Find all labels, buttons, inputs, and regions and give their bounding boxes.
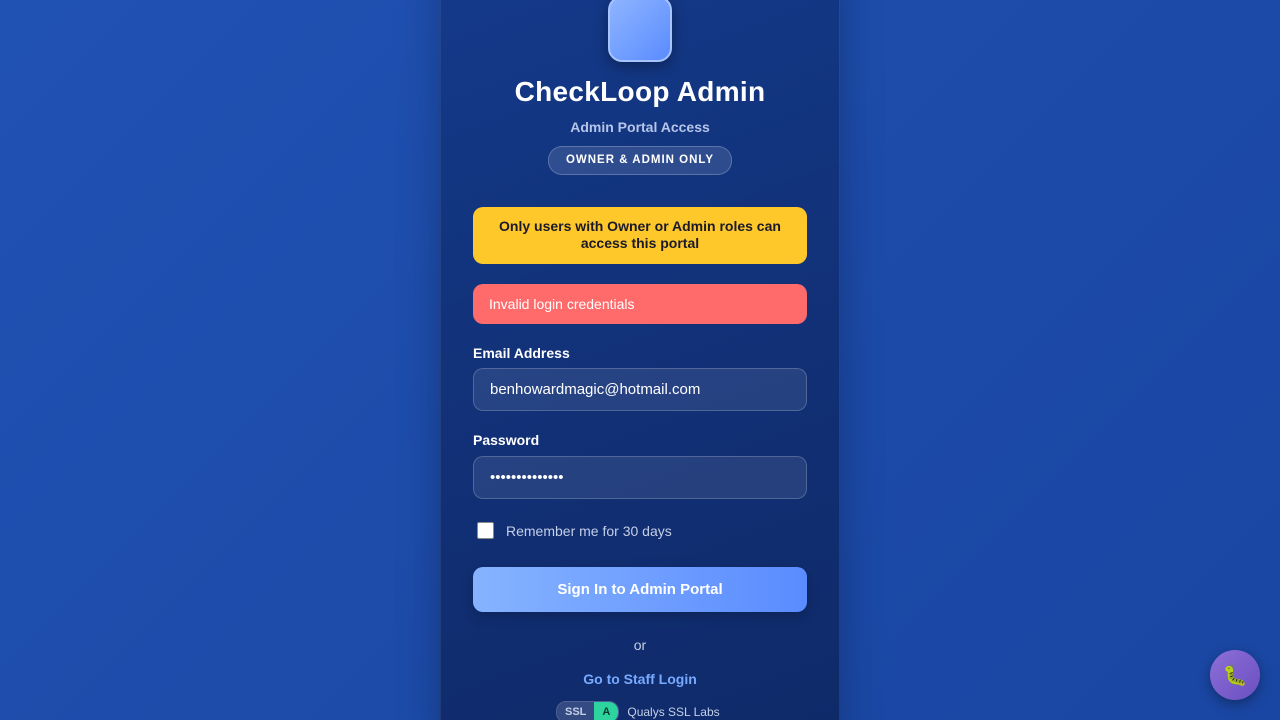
ssl-label: SSL <box>557 702 595 720</box>
password-label: Password <box>473 432 540 448</box>
app-logo <box>608 0 672 62</box>
bug-report-button[interactable]: 🐛 <box>1210 650 1260 700</box>
ssl-badge[interactable]: SSL A Qualys SSL Labs <box>556 701 720 720</box>
staff-login-link[interactable]: Go to Staff Login <box>440 671 840 687</box>
error-alert: Invalid login credentials <box>473 284 807 324</box>
email-label: Email Address <box>473 345 570 361</box>
page-subtitle: Admin Portal Access <box>570 119 710 135</box>
bug-icon: 🐛 <box>1222 664 1248 687</box>
sign-in-button[interactable]: Sign In to Admin Portal <box>473 567 807 612</box>
email-field[interactable]: benhowardmagic@hotmail.com <box>473 368 807 411</box>
or-divider: or <box>633 637 647 653</box>
remember-label[interactable]: Remember me for 30 days <box>506 523 672 539</box>
ssl-provider: Qualys SSL Labs <box>627 705 720 719</box>
ssl-grade: A <box>594 702 619 720</box>
page-title: CheckLoop Admin <box>514 76 766 107</box>
warning-alert: Only users with Owner or Admin roles can… <box>473 207 807 264</box>
ssl-pill: SSL A <box>556 701 620 720</box>
role-badge: OWNER & ADMIN ONLY <box>548 146 732 175</box>
password-field[interactable]: •••••••••••••• <box>473 456 807 499</box>
remember-checkbox[interactable] <box>477 522 494 539</box>
